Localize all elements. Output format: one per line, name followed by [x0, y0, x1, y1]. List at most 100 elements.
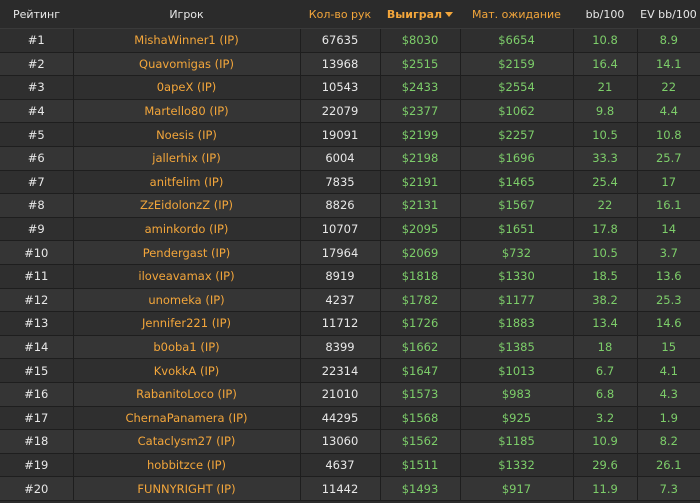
bb100-cell: 10.9 — [572, 429, 637, 454]
table-row: #8 ZzEidolonzZ (IP) 8826 $2131 $1567 22 16.1 — [0, 193, 700, 218]
rank-cell: #12 — [0, 288, 73, 313]
bb100-cell: 10.5 — [572, 122, 637, 147]
player-link[interactable]: aminkordo (IP) — [72, 217, 300, 242]
header-evbb100[interactable]: EV bb/100 — [637, 0, 700, 29]
table-row: #19 hobbitzce (IP) 4637 $1511 $1332 29.6 26.1 — [0, 453, 700, 478]
bb100-cell: 25.4 — [572, 170, 637, 195]
header-row: Рейтинг Игрок Кол-во рук Выиграл Мат. ож… — [0, 0, 700, 29]
ev-cell: $1013 — [459, 358, 573, 383]
sort-desc-icon — [445, 12, 454, 17]
player-link[interactable]: hobbitzce (IP) — [72, 453, 300, 478]
table-row: #2 Quavomigas (IP) 13968 $2515 $2159 16.4 14.1 — [0, 52, 700, 77]
evbb100-cell: 25.7 — [636, 146, 700, 171]
hands-cell: 44295 — [299, 406, 380, 431]
hands-cell: 21010 — [299, 382, 380, 407]
player-link[interactable]: ChernaPanamera (IP) — [72, 406, 300, 431]
rank-cell: #8 — [0, 193, 73, 218]
ev-cell: $1332 — [459, 453, 573, 478]
hands-cell: 10543 — [299, 75, 380, 100]
won-cell: $1662 — [379, 335, 460, 360]
ev-cell: $1696 — [459, 146, 573, 171]
header-won[interactable]: Выиграл — [380, 0, 460, 29]
ev-cell: $2257 — [459, 122, 573, 147]
header-rank[interactable]: Рейтинг — [0, 0, 73, 29]
bb100-cell: 18.5 — [572, 264, 637, 289]
header-player[interactable]: Игрок — [73, 0, 300, 29]
won-cell: $2131 — [379, 193, 460, 218]
bb100-cell: 3.2 — [572, 406, 637, 431]
rank-cell: #14 — [0, 335, 73, 360]
table-row: #6 jallerhix (IP) 6004 $2198 $1696 33.3 25.7 — [0, 146, 700, 171]
evbb100-cell: 4.4 — [636, 99, 700, 124]
won-cell: $8030 — [379, 28, 460, 53]
rank-cell: #11 — [0, 264, 73, 289]
player-link[interactable]: jallerhix (IP) — [72, 146, 300, 171]
table-row: #3 0apeX (IP) 10543 $2433 $2554 21 22 — [0, 75, 700, 100]
player-link[interactable]: KvokkA (IP) — [72, 358, 300, 383]
ev-cell: $917 — [459, 476, 573, 501]
header-won-label: Выиграл — [386, 7, 443, 21]
bb100-cell: 13.4 — [572, 311, 637, 336]
ev-cell: $6654 — [459, 28, 573, 53]
player-link[interactable]: RabanitoLoco (IP) — [72, 382, 300, 407]
player-link[interactable]: 0apeX (IP) — [72, 75, 300, 100]
bb100-cell: 10.5 — [572, 240, 637, 265]
bb100-cell: 38.2 — [572, 288, 637, 313]
hands-cell: 19091 — [299, 122, 380, 147]
won-cell: $1573 — [379, 382, 460, 407]
header-hands[interactable]: Кол-во рук — [300, 0, 380, 29]
ev-cell: $1567 — [459, 193, 573, 218]
table-row: #20 FUNNYRIGHT (IP) 11442 $1493 $917 11.9 7.3 — [0, 476, 700, 501]
ev-cell: $1465 — [459, 170, 573, 195]
player-link[interactable]: Quavomigas (IP) — [72, 52, 300, 77]
rank-cell: #15 — [0, 358, 73, 383]
won-cell: $1493 — [379, 476, 460, 501]
won-cell: $2095 — [379, 217, 460, 242]
rank-cell: #9 — [0, 217, 73, 242]
player-link[interactable]: FUNNYRIGHT (IP) — [72, 476, 300, 501]
player-link[interactable]: iloveavamax (IP) — [72, 264, 300, 289]
player-link[interactable]: anitfelim (IP) — [72, 170, 300, 195]
evbb100-cell: 4.3 — [636, 382, 700, 407]
player-link[interactable]: b0oba1 (IP) — [72, 335, 300, 360]
won-cell: $2377 — [379, 99, 460, 124]
table-row: #16 RabanitoLoco (IP) 21010 $1573 $983 6.8 4.3 — [0, 382, 700, 407]
header-bb100[interactable]: bb/100 — [573, 0, 637, 29]
player-link[interactable]: MishaWinner1 (IP) — [72, 28, 300, 53]
bb100-cell: 6.8 — [572, 382, 637, 407]
rank-cell: #1 — [0, 28, 73, 53]
player-link[interactable]: Martello80 (IP) — [72, 99, 300, 124]
won-cell: $1818 — [379, 264, 460, 289]
player-link[interactable]: Cataclysm27 (IP) — [72, 429, 300, 454]
ev-cell: $1062 — [459, 99, 573, 124]
won-cell: $2199 — [379, 122, 460, 147]
hands-cell: 10707 — [299, 217, 380, 242]
table-row: #17 ChernaPanamera (IP) 44295 $1568 $925 3.2 1… — [0, 406, 700, 431]
evbb100-cell: 14.6 — [636, 311, 700, 336]
player-link[interactable]: Pendergast (IP) — [72, 240, 300, 265]
bb100-cell: 11.9 — [572, 476, 637, 501]
evbb100-cell: 14.1 — [636, 52, 700, 77]
won-cell: $1511 — [379, 453, 460, 478]
hands-cell: 8919 — [299, 264, 380, 289]
player-link[interactable]: ZzEidolonzZ (IP) — [72, 193, 300, 218]
player-link[interactable]: Noesis (IP) — [72, 122, 300, 147]
won-cell: $2191 — [379, 170, 460, 195]
table-body: #1 MishaWinner1 (IP) 67635 $8030 $6654 10.8 8.… — [0, 28, 700, 501]
table-row: #11 iloveavamax (IP) 8919 $1818 $1330 18.5 13.… — [0, 264, 700, 289]
evbb100-cell: 22 — [636, 75, 700, 100]
header-ev[interactable]: Мат. ожидание — [460, 0, 573, 29]
won-cell: $2198 — [379, 146, 460, 171]
won-cell: $1568 — [379, 406, 460, 431]
hands-cell: 11442 — [299, 476, 380, 501]
evbb100-cell: 3.7 — [636, 240, 700, 265]
player-link[interactable]: unomeka (IP) — [72, 288, 300, 313]
hands-cell: 13060 — [299, 429, 380, 454]
player-link[interactable]: Jennifer221 (IP) — [72, 311, 300, 336]
ev-cell: $732 — [459, 240, 573, 265]
evbb100-cell: 14 — [636, 217, 700, 242]
table-row: #9 aminkordo (IP) 10707 $2095 $1651 17.8 14 — [0, 217, 700, 242]
hands-cell: 8826 — [299, 193, 380, 218]
hands-cell: 13968 — [299, 52, 380, 77]
ev-cell: $925 — [459, 406, 573, 431]
